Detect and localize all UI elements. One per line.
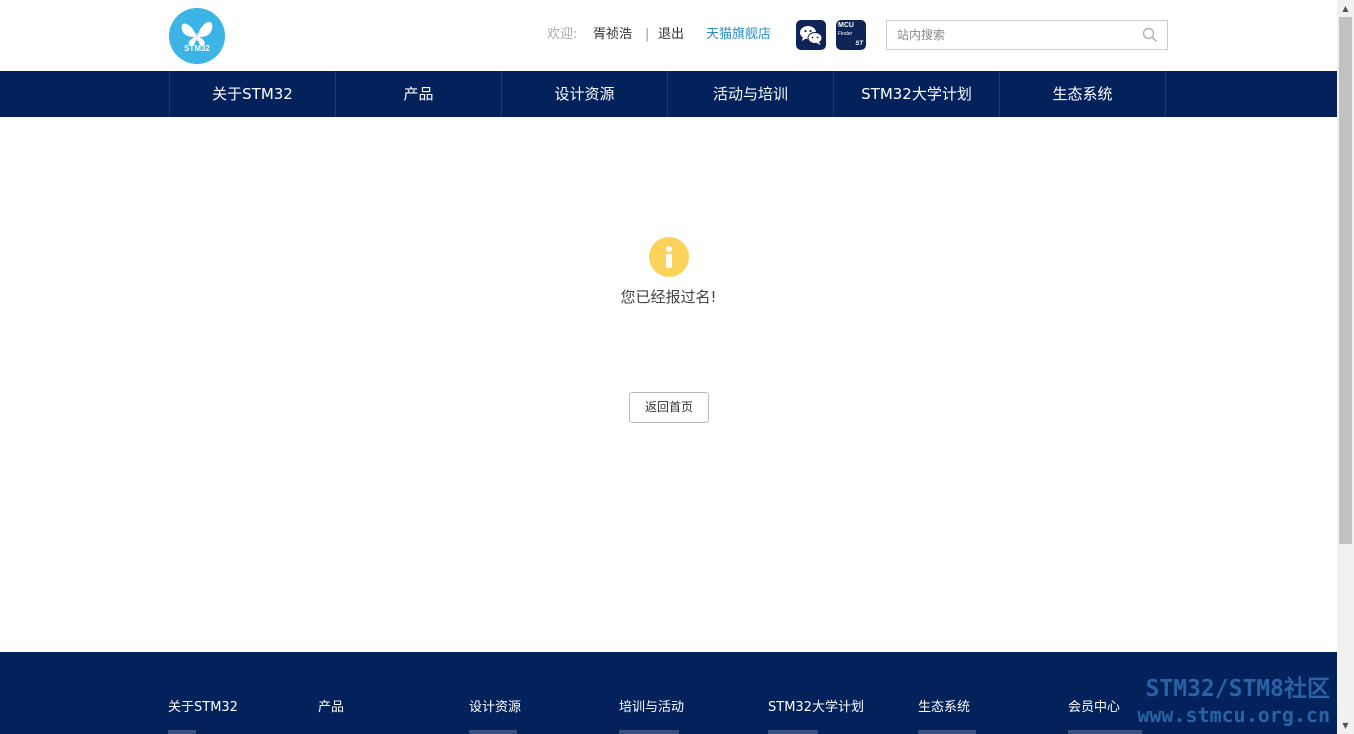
footer-sublink-cut (768, 730, 818, 734)
footer-link-university-program[interactable]: STM32大学计划 (768, 696, 864, 715)
header-separator: | (645, 27, 650, 42)
site-search (886, 20, 1168, 50)
main-nav: 关于STM32 产品 设计资源 活动与培训 STM32大学计划 生态系统 (0, 71, 1337, 117)
welcome-label: 欢迎: (547, 27, 578, 42)
nav-item-design-resources[interactable]: 设计资源 (502, 71, 668, 117)
footer-sublink-cut (168, 730, 196, 734)
footer-sublink-cut (469, 730, 517, 734)
nav-item-university-program[interactable]: STM32大学计划 (834, 71, 1000, 117)
info-icon (649, 237, 689, 277)
search-input[interactable] (887, 21, 1137, 49)
back-home-button[interactable]: 返回首页 (629, 392, 709, 423)
scroll-up-arrow-icon[interactable]: ▲ (1337, 0, 1354, 17)
tmall-store-link[interactable]: 天猫旗舰店 (706, 26, 771, 44)
footer-sublink-cut (619, 730, 679, 734)
nav-item-events-training[interactable]: 活动与培训 (668, 71, 834, 117)
nav-items: 关于STM32 产品 设计资源 活动与培训 STM32大学计划 生态系统 (169, 71, 1166, 117)
logout-link[interactable]: 退出 (658, 26, 684, 44)
butterfly-icon (181, 22, 213, 47)
watermark-title: STM32/STM8社区 (1145, 676, 1330, 702)
info-icon-dot (666, 246, 672, 252)
mcu-finder-title: MCU (838, 22, 854, 29)
wechat-icon[interactable] (796, 20, 826, 50)
page-scrollbar[interactable]: ▲ ▼ (1337, 0, 1354, 734)
nav-item-ecosystem[interactable]: 生态系统 (1000, 71, 1166, 117)
mcu-finder-icon[interactable]: MCU Finder ST (836, 20, 866, 50)
site-header: STM32 欢迎: 胥祯浩 | 退出 天猫旗舰店 MCU Finder ST (0, 0, 1337, 71)
footer-link-about-stm32[interactable]: 关于STM32 (168, 696, 238, 715)
logo-text: STM32 (184, 44, 210, 53)
status-message: 您已经报过名! (620, 288, 717, 306)
footer-link-member-center[interactable]: 会员中心 (1068, 696, 1120, 715)
footer-link-ecosystem[interactable]: 生态系统 (918, 696, 970, 715)
mcu-finder-subtitle: Finder (838, 31, 853, 37)
scroll-thumb[interactable] (1339, 17, 1352, 544)
nav-item-products[interactable]: 产品 (336, 71, 502, 117)
username-link[interactable]: 胥祯浩 (593, 26, 632, 44)
site-watermark: STM32/STM8社区 www.stmcu.org.cn (1137, 675, 1330, 727)
watermark-url: www.stmcu.org.cn (1137, 703, 1330, 727)
footer-link-training-events[interactable]: 培训与活动 (619, 696, 684, 715)
scroll-down-arrow-icon[interactable]: ▼ (1337, 717, 1354, 734)
stm32-logo[interactable]: STM32 (169, 8, 225, 64)
info-icon-bar (666, 254, 672, 268)
st-brand-mark: ST (855, 41, 863, 47)
search-icon[interactable] (1142, 27, 1158, 43)
footer-link-products[interactable]: 产品 (318, 696, 344, 715)
footer-sublink-cut (918, 730, 976, 734)
footer-link-design-resources[interactable]: 设计资源 (469, 696, 521, 715)
nav-item-about-stm32[interactable]: 关于STM32 (170, 71, 336, 117)
footer-sublink-cut (1068, 730, 1142, 734)
